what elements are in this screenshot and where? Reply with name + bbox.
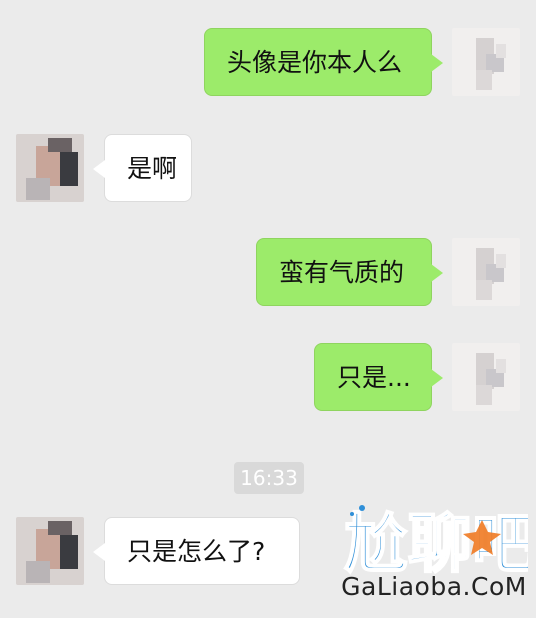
watermark: 尬聊吧 GaLiaoba.CoM	[338, 500, 528, 612]
message-bubble[interactable]: 是啊	[93, 134, 192, 202]
peer-avatar-icon[interactable]	[16, 517, 84, 585]
message-text: 只是...	[337, 363, 411, 392]
bubble-tail	[93, 160, 105, 178]
bubble-tail	[431, 369, 443, 387]
message-row: 只是...	[0, 343, 536, 413]
watermark-logo: 尬聊吧	[338, 500, 528, 576]
message-text: 头像是你本人么	[227, 48, 403, 77]
peer-avatar-icon[interactable]	[16, 134, 84, 202]
message-bubble[interactable]: 头像是你本人么	[204, 28, 443, 96]
message-bubble[interactable]: 蛮有气质的	[256, 238, 443, 306]
message-bubble[interactable]: 只是...	[314, 343, 443, 411]
bubble-tail	[431, 264, 443, 282]
sparkle-icon	[359, 505, 365, 511]
message-text: 只是怎么了?	[127, 537, 266, 566]
message-row: 蛮有气质的	[0, 238, 536, 308]
watermark-logo-text: 尬聊吧	[344, 508, 528, 576]
bubble-tail	[93, 543, 105, 561]
watermark-site-text: GaLiaoba.CoM	[341, 572, 527, 601]
message-bubble[interactable]: 只是怎么了?	[93, 517, 300, 585]
message-text: 是啊	[127, 154, 178, 183]
message-timestamp: 16:33	[234, 462, 304, 494]
self-avatar-icon[interactable]	[452, 343, 520, 411]
message-text: 蛮有气质的	[279, 258, 405, 287]
message-row: 头像是你本人么	[0, 28, 536, 98]
self-avatar-icon[interactable]	[452, 238, 520, 306]
sparkle-icon	[350, 512, 354, 516]
message-row: 是啊	[0, 134, 536, 204]
self-avatar-icon[interactable]	[452, 28, 520, 96]
bubble-tail	[431, 54, 443, 72]
